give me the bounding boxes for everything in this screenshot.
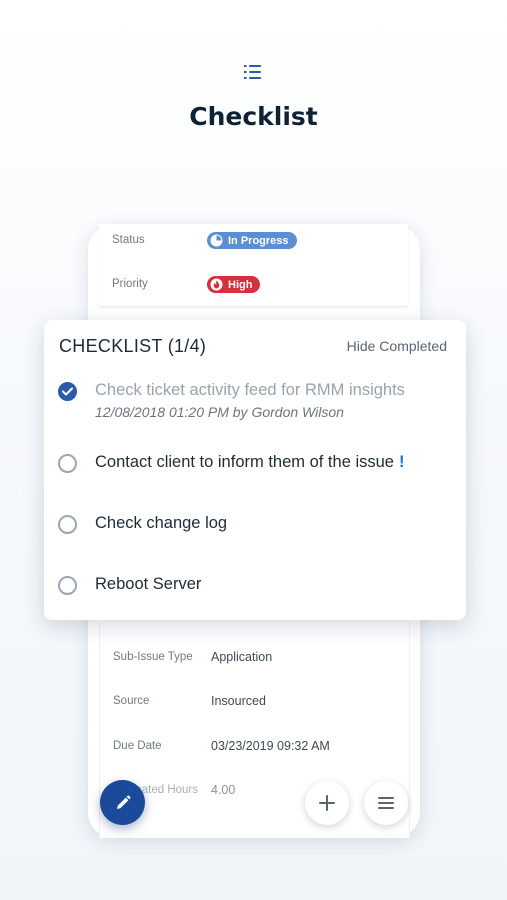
status-value: In Progress (228, 234, 289, 247)
checklist-item-label: Contact client to inform them of the iss… (95, 453, 404, 472)
hide-completed-button[interactable]: Hide Completed (347, 338, 447, 354)
source-value: Insourced (211, 694, 266, 708)
checklist-icon (244, 65, 261, 79)
unchecked-checkbox[interactable] (58, 515, 77, 534)
important-icon: ! (398, 453, 405, 471)
pencil-icon (116, 795, 130, 809)
checklist-item-completed-meta: 12/08/2018 01:20 PM by Gordon Wilson (95, 404, 344, 420)
priority-badge[interactable]: High (207, 276, 261, 293)
flame-icon (210, 278, 223, 291)
checklist-item-text: Check ticket activity feed for RMM insig… (95, 381, 405, 399)
add-button[interactable] (305, 781, 349, 825)
priority-value: High (228, 278, 253, 291)
page-title: Checklist (189, 102, 318, 131)
unchecked-checkbox[interactable] (58, 454, 77, 473)
estimated-hours-value: 4.00 (211, 783, 236, 797)
progress-icon (210, 234, 223, 247)
sub-issue-type-value: Application (211, 650, 273, 664)
due-date-value: 03/23/2019 09:32 AM (211, 739, 330, 753)
unchecked-checkbox[interactable] (58, 576, 77, 595)
checklist-item-text: Check change log (95, 514, 228, 532)
source-label: Source (113, 695, 150, 707)
status-badge[interactable]: In Progress (207, 232, 297, 249)
checklist-title: CHECKLIST (1/4) (59, 336, 207, 356)
checked-checkbox[interactable] (58, 382, 77, 401)
sub-issue-type-label: Sub-Issue Type (113, 651, 193, 663)
ticket-summary-card: Status In Progress Priority High (99, 224, 408, 307)
status-label: Status (112, 234, 145, 246)
priority-label: Priority (112, 278, 148, 290)
due-date-label: Due Date (113, 740, 162, 752)
checkmark-icon (62, 387, 73, 396)
checklist-card: CHECKLIST (1/4) Hide Completed Check tic… (44, 320, 466, 620)
checklist-item-text: Reboot Server (95, 575, 202, 593)
checklist-item-text: Contact client to inform them of the iss… (95, 453, 394, 471)
edit-button[interactable] (100, 780, 145, 825)
plus-icon (319, 795, 335, 811)
menu-icon (378, 797, 394, 809)
menu-button[interactable] (364, 781, 408, 825)
